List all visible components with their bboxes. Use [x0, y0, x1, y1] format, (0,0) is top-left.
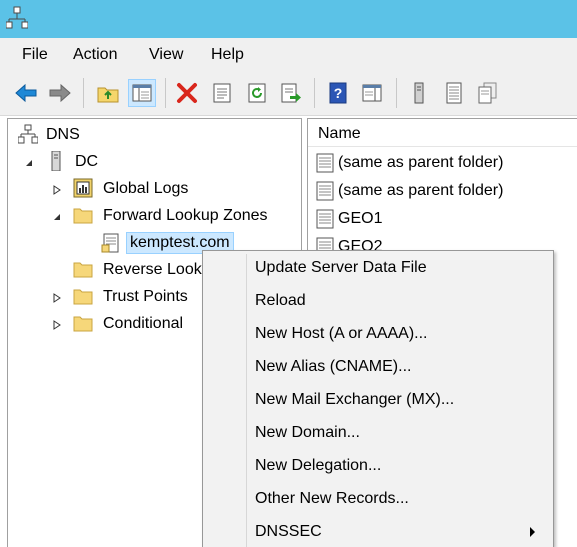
- dns-server-app-icon: [6, 6, 28, 29]
- menu-bar: File Action View Help: [0, 38, 577, 70]
- menu-item-label: New Delegation...: [255, 457, 382, 474]
- delete-x-icon: [177, 83, 197, 103]
- console-tree-icon: [132, 84, 152, 102]
- menu-item-new-delegation[interactable]: New Delegation...: [203, 450, 551, 483]
- menu-view[interactable]: View: [149, 46, 183, 64]
- list-document-icon: [446, 82, 462, 104]
- list-item-name: (same as parent folder): [338, 154, 504, 171]
- menu-item-label: Reload: [255, 292, 306, 309]
- tree-item-forward-lookup-zones[interactable]: Forward Lookup Zones: [8, 203, 298, 229]
- svg-text:?: ?: [334, 85, 343, 101]
- submenu-arrow-icon: [530, 527, 535, 537]
- record-document-icon: [316, 181, 334, 201]
- server-icon: [414, 82, 424, 104]
- delete-button[interactable]: [173, 79, 201, 107]
- help-icon: ?: [329, 82, 347, 104]
- menu-action[interactable]: Action: [73, 46, 117, 64]
- toolbar-separator: [165, 78, 166, 108]
- tree-label-trust-points: Trust Points: [103, 288, 188, 305]
- event-log-icon: [73, 178, 93, 198]
- menu-item-new-host[interactable]: New Host (A or AAAA)...: [203, 318, 551, 351]
- menu-item-label: DNSSEC: [255, 523, 322, 540]
- list-item[interactable]: (same as parent folder): [316, 179, 503, 203]
- tree-label-dns: DNS: [46, 126, 80, 143]
- folder-up-icon: [97, 87, 119, 103]
- tree-label-dc: DC: [75, 153, 99, 170]
- tree-label-global-logs: Global Logs: [103, 180, 189, 197]
- menu-item-label: New Alias (CNAME)...: [255, 358, 412, 375]
- tree-label-conditional-forwarders: Conditional: [103, 315, 184, 332]
- menu-item-label: Other New Records...: [255, 490, 409, 507]
- properties-icon: [213, 83, 231, 103]
- help-button[interactable]: ?: [324, 79, 352, 107]
- collapse-chevron-icon[interactable]: [52, 212, 62, 222]
- toolbar-separator: [314, 78, 315, 108]
- context-menu: Update Server Data File Reload New Host …: [202, 250, 554, 547]
- tree-item-dc[interactable]: DC: [8, 149, 298, 175]
- tree-label-reverse-lookup-zones: Reverse Look: [103, 261, 202, 278]
- record-document-icon: [316, 153, 334, 173]
- copy-documents-icon: [478, 82, 497, 104]
- toolbar: ?: [0, 70, 577, 116]
- list-item[interactable]: GEO1: [316, 207, 382, 231]
- export-list-button[interactable]: [277, 79, 305, 107]
- menu-item-update-server-data-file[interactable]: Update Server Data File: [203, 252, 551, 285]
- action-pane-icon: [362, 84, 382, 102]
- refresh-button[interactable]: [243, 79, 271, 107]
- zone-list-button[interactable]: [440, 79, 468, 107]
- properties-button[interactable]: [208, 79, 236, 107]
- expand-chevron-icon[interactable]: [52, 185, 62, 195]
- forward-arrow-icon: [49, 83, 71, 103]
- menu-item-other-new-records[interactable]: Other New Records...: [203, 483, 551, 516]
- menu-help[interactable]: Help: [211, 46, 244, 64]
- menu-item-label: New Host (A or AAAA)...: [255, 325, 428, 342]
- menu-item-reload[interactable]: Reload: [203, 285, 551, 318]
- collapse-chevron-icon[interactable]: [24, 158, 34, 168]
- tree-item-global-logs[interactable]: Global Logs: [8, 176, 298, 202]
- menu-file[interactable]: File: [22, 46, 48, 64]
- menu-item-label: New Mail Exchanger (MX)...: [255, 391, 455, 408]
- show-action-pane-button[interactable]: [358, 79, 386, 107]
- refresh-icon: [248, 83, 266, 103]
- up-one-level-button[interactable]: [94, 79, 122, 107]
- title-bar: [0, 0, 577, 38]
- menu-item-label: New Domain...: [255, 424, 360, 441]
- menu-item-dnssec[interactable]: DNSSEC: [203, 516, 551, 547]
- folder-icon: [73, 208, 93, 224]
- dns-icon: [18, 124, 38, 144]
- folder-icon: [73, 262, 93, 278]
- tree-label-forward-lookup-zones: Forward Lookup Zones: [103, 207, 268, 224]
- column-header-label: Name: [318, 125, 361, 142]
- copy-records-button[interactable]: [473, 79, 501, 107]
- show-hide-console-tree-button[interactable]: [128, 79, 156, 107]
- list-item-name: (same as parent folder): [338, 182, 504, 199]
- server-button[interactable]: [405, 79, 433, 107]
- expand-chevron-icon[interactable]: [52, 293, 62, 303]
- expand-chevron-icon[interactable]: [52, 320, 62, 330]
- menu-item-new-alias[interactable]: New Alias (CNAME)...: [203, 351, 551, 384]
- record-document-icon: [316, 209, 334, 229]
- menu-item-new-mail-exchanger[interactable]: New Mail Exchanger (MX)...: [203, 384, 551, 417]
- menu-item-new-domain[interactable]: New Domain...: [203, 417, 551, 450]
- column-header-name[interactable]: Name: [308, 119, 577, 147]
- tree-item-dns[interactable]: DNS: [8, 122, 298, 148]
- toolbar-separator: [83, 78, 84, 108]
- list-item-name: GEO1: [338, 210, 383, 227]
- back-button[interactable]: [12, 79, 40, 107]
- export-list-icon: [281, 83, 301, 103]
- toolbar-separator: [396, 78, 397, 108]
- list-item[interactable]: (same as parent folder): [316, 151, 503, 175]
- forward-button[interactable]: [46, 79, 74, 107]
- back-arrow-icon: [15, 83, 37, 103]
- server-icon: [51, 151, 61, 171]
- folder-icon: [73, 289, 93, 305]
- menu-item-label: Update Server Data File: [255, 259, 427, 276]
- folder-icon: [73, 316, 93, 332]
- zone-document-icon: [101, 233, 119, 253]
